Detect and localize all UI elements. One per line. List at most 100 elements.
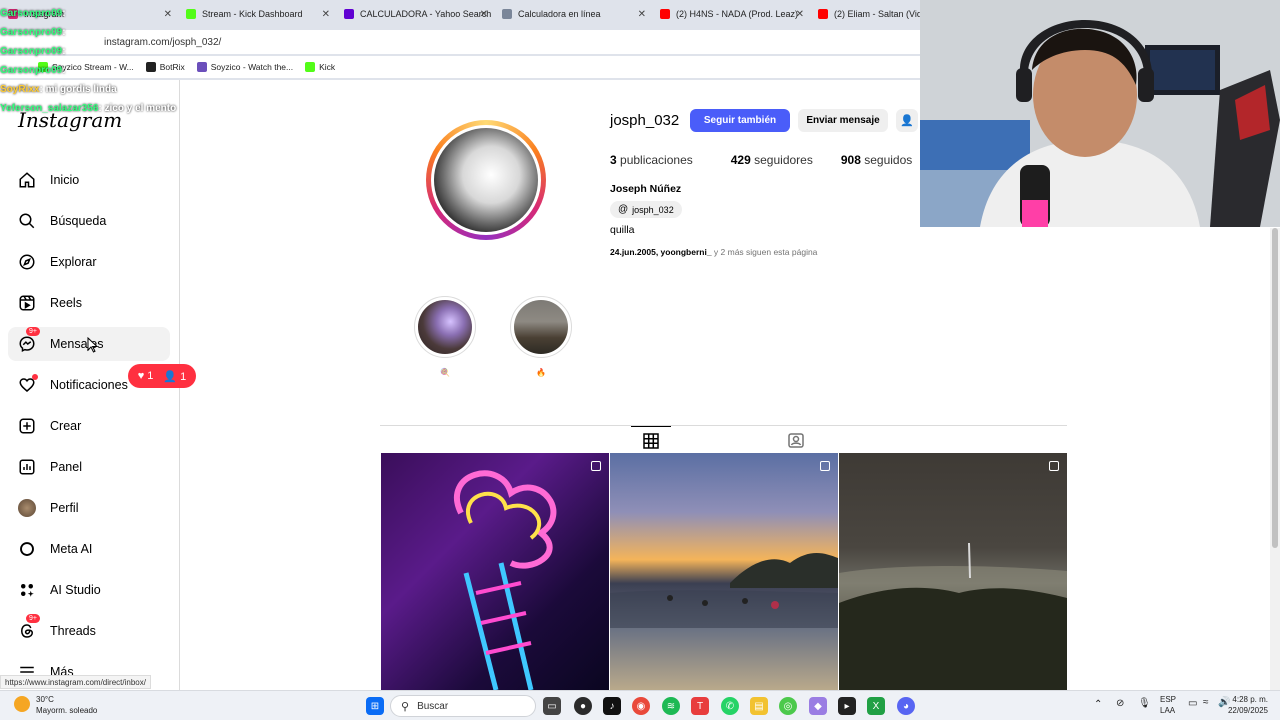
close-tab-icon[interactable]: ✕: [796, 9, 804, 20]
weather-widget[interactable]: 30°C Mayorm. soleado: [14, 694, 97, 716]
wifi-icon[interactable]: ≈: [1203, 697, 1209, 708]
display-icon[interactable]: ▭: [1188, 698, 1197, 709]
followed-by-text[interactable]: 24.jun.2005, yoongberni_ y 2 más siguen …: [610, 247, 817, 257]
post-thumbnail-3[interactable]: [839, 453, 1067, 690]
beach-sunset-image: [610, 553, 838, 628]
weather-sun-icon: [14, 696, 30, 712]
reels-icon: [18, 294, 36, 312]
chrome-icon[interactable]: ◉: [632, 697, 650, 715]
webcam-overlay: [920, 0, 1280, 227]
whatsapp-icon[interactable]: ✆: [721, 697, 739, 715]
profile-avatar-story-ring[interactable]: [426, 120, 546, 240]
notification-dot: [32, 374, 38, 380]
yahoo-favicon-icon: [344, 9, 354, 19]
bookmarks-bar: Soyzico Stream - W... BotRix Soyzico - W…: [0, 56, 920, 78]
grid-icon: [643, 432, 659, 449]
close-tab-icon[interactable]: ✕: [480, 9, 488, 20]
close-tab-icon[interactable]: ✕: [638, 9, 646, 20]
sidebar-item-explorar[interactable]: Explorar: [8, 245, 170, 279]
add-person-icon: 👤: [900, 115, 914, 127]
threads-link-chip[interactable]: @ josph_032: [610, 201, 682, 218]
kick-favicon-icon: [186, 9, 196, 19]
windows-taskbar: 30°C Mayorm. soleado ⊞ ⚲ Buscar ▭ ● ♪ ◉ …: [0, 690, 1280, 720]
profile-username: josph_032: [610, 112, 680, 129]
close-tab-icon[interactable]: ✕: [164, 9, 172, 20]
network-icon[interactable]: ⊘: [1116, 698, 1124, 709]
sidebar-item-inicio[interactable]: Inicio: [8, 163, 170, 197]
file-explorer-icon[interactable]: ▤: [750, 697, 768, 715]
browser-tab-yahoo[interactable]: CALCULADORA - Yahoo Search ✕: [336, 0, 494, 28]
search-icon: ⚲: [401, 700, 410, 713]
taskbar-search[interactable]: ⚲ Buscar: [390, 695, 536, 717]
spotify-icon[interactable]: ≋: [662, 697, 680, 715]
sidebar-item-crear[interactable]: Crear: [8, 409, 170, 443]
botrix-favicon-icon: [145, 62, 156, 72]
suggest-users-button[interactable]: 👤: [896, 109, 918, 132]
chat-message: Yeferson_salazar356: zico y el mento: [0, 103, 177, 114]
post-thumbnail-1[interactable]: [381, 453, 609, 690]
obs-icon[interactable]: ●: [574, 697, 592, 715]
multiple-posts-icon: [591, 461, 601, 471]
post-thumbnail-2[interactable]: [610, 453, 838, 690]
tagged-icon: [788, 433, 804, 448]
night-city-view-image: [839, 542, 1067, 690]
follow-back-button[interactable]: Seguir también: [690, 109, 790, 132]
chat-message: Garsonpro09:: [0, 8, 66, 19]
discord-icon[interactable]: ◕: [897, 697, 915, 715]
followers-stat[interactable]: 429 seguidores: [731, 153, 813, 167]
task-view-icon[interactable]: ▭: [543, 697, 561, 715]
chat-message: Garsonpro09:: [0, 46, 66, 57]
profile-avatar: [434, 128, 538, 232]
microphone-icon[interactable]: 🎙: [1138, 698, 1151, 709]
sidebar-item-perfil[interactable]: Perfil: [8, 491, 170, 525]
sidebar-item-threads[interactable]: 9+ Threads: [8, 614, 170, 648]
close-tab-icon[interactable]: ✕: [322, 9, 330, 20]
sidebar-item-meta-ai[interactable]: Meta AI: [8, 532, 170, 566]
browser-tab-youtube-1[interactable]: (2) H4NS - NADA (Prod. Leaz) ✕: [652, 0, 810, 28]
browser-chrome: Instagram ✕ Stream - Kick Dashboard ✕ CALC…: [0, 0, 920, 80]
url-text[interactable]: instagram.com/josph_032/: [104, 37, 221, 48]
tab-posts-grid[interactable]: [631, 426, 671, 454]
sidebar-item-busqueda[interactable]: Búsqueda: [8, 204, 170, 238]
terminal-icon[interactable]: ▸: [838, 697, 856, 715]
meta-ai-icon: [18, 540, 36, 558]
browser-tab-youtube-2[interactable]: (2) Eliam - Saltan (Vide: [810, 0, 920, 28]
story-highlight-1[interactable]: [414, 296, 476, 358]
clock[interactable]: 4:28 p. m. 22/09/2025: [1228, 694, 1268, 716]
bookmark-soyzico-watch[interactable]: Soyzico - Watch the...: [196, 62, 293, 72]
profile-tabs: [380, 425, 1067, 453]
compass-icon: [18, 253, 36, 271]
search-icon: [18, 212, 36, 230]
send-message-button[interactable]: Enviar mensaje: [798, 109, 888, 132]
typing-app-icon[interactable]: T: [691, 697, 709, 715]
browser-tab-calculator[interactable]: Calculadora en línea ✕: [494, 0, 652, 28]
tab-strip: Instagram ✕ Stream - Kick Dashboard ✕ CALC…: [0, 0, 920, 28]
address-bar[interactable]: instagram.com/josph_032/: [0, 30, 920, 54]
sidebar-item-reels[interactable]: Reels: [8, 286, 170, 320]
tiktok-icon[interactable]: ♪: [603, 697, 621, 715]
posts-stat: 3 publicaciones: [610, 153, 693, 167]
bookmark-botrix[interactable]: BotRix: [145, 62, 185, 72]
story-highlight-2[interactable]: [510, 296, 572, 358]
app-icon[interactable]: ◆: [809, 697, 827, 715]
scrollbar-thumb[interactable]: [1272, 228, 1278, 548]
story-highlight-2-label: 🔥: [536, 368, 546, 377]
story-highlight-1-label: 🍭: [440, 368, 450, 377]
bookmark-kick[interactable]: Kick: [305, 62, 335, 72]
neon-icecream-image: [454, 470, 557, 690]
person-icon: 👤: [163, 370, 178, 383]
excel-icon[interactable]: X: [867, 697, 885, 715]
language-indicator[interactable]: ESP LAA: [1160, 694, 1176, 716]
tray-chevron-icon[interactable]: ⌃: [1094, 699, 1102, 710]
page-scrollbar[interactable]: [1270, 228, 1280, 690]
profile-bio: quilla: [610, 224, 635, 236]
sidebar-item-ai-studio[interactable]: AI Studio: [8, 573, 170, 607]
xbox-icon[interactable]: ◎: [779, 697, 797, 715]
tab-tagged[interactable]: [776, 426, 816, 454]
chart-icon: [18, 458, 36, 476]
sidebar-item-panel[interactable]: Panel: [8, 450, 170, 484]
following-stat[interactable]: 908 seguidos: [841, 153, 912, 167]
heart-filled-icon: ♥: [137, 370, 145, 382]
windows-start-icon[interactable]: ⊞: [366, 697, 384, 715]
browser-tab-kick[interactable]: Stream - Kick Dashboard ✕: [178, 0, 336, 28]
